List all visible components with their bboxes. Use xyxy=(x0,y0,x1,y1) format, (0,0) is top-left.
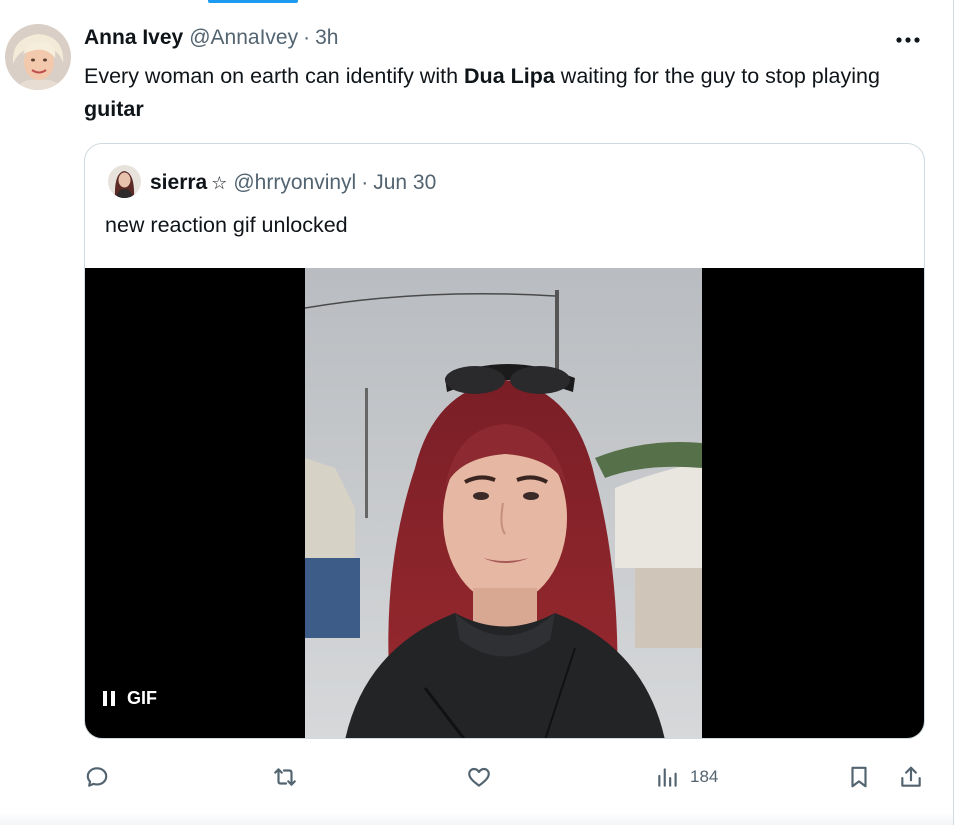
quoted-tweet-timestamp[interactable]: Jun 30 xyxy=(373,171,436,195)
views-count: 184 xyxy=(690,767,719,786)
reply-icon xyxy=(86,767,108,787)
quoted-author-name[interactable]: sierra xyxy=(150,171,207,195)
views-icon xyxy=(658,768,677,787)
bookmark-button[interactable] xyxy=(846,760,872,794)
column-divider xyxy=(953,0,954,825)
views-button[interactable]: 184 xyxy=(655,760,718,794)
separator-dot: · xyxy=(303,26,311,49)
tweet-actions-bar: 184 xyxy=(0,760,953,794)
tweet-text-bold-1: Dua Lipa xyxy=(464,64,555,88)
quoted-tweet[interactable]: sierra ☆ @hrryonvinyl · Jun 30 new react… xyxy=(84,143,925,739)
retweet-button[interactable] xyxy=(272,760,298,794)
quoted-author-handle[interactable]: @hrryonvinyl xyxy=(233,171,356,195)
gif-label: GIF xyxy=(127,688,157,708)
separator-dot: · xyxy=(361,171,369,194)
more-options-button[interactable] xyxy=(890,28,926,52)
tweet-text-bold-2: guitar xyxy=(84,97,144,121)
tweet-text-part-1: Every woman on earth can identify with xyxy=(84,64,465,88)
share-button[interactable] xyxy=(898,760,924,794)
tweet-text: Every woman on earth can identify with D… xyxy=(84,60,934,126)
author-avatar[interactable] xyxy=(5,24,71,90)
like-icon xyxy=(468,767,490,787)
quoted-tweet-text: new reaction gif unlocked xyxy=(105,213,348,237)
quoted-author-avatar[interactable] xyxy=(108,165,141,198)
like-button[interactable] xyxy=(466,760,492,794)
quoted-tweet-header: sierra ☆ @hrryonvinyl · Jun 30 xyxy=(150,171,436,195)
gif-media[interactable]: GIF xyxy=(85,268,924,738)
star-icon: ☆ xyxy=(211,173,228,193)
reply-button[interactable] xyxy=(84,760,110,794)
bookmark-icon xyxy=(851,766,867,788)
share-icon xyxy=(901,766,921,787)
pause-icon[interactable] xyxy=(103,691,115,706)
more-horizontal-icon xyxy=(896,37,920,43)
author-handle[interactable]: @AnnaIvey xyxy=(189,26,298,50)
tweet-text-part-2: waiting for the guy to stop playing xyxy=(554,64,880,88)
gif-frame xyxy=(305,268,702,738)
retweet-icon xyxy=(274,768,296,786)
tweet-timestamp[interactable]: 3h xyxy=(315,26,338,50)
active-tab-indicator xyxy=(208,0,298,3)
bottom-edge xyxy=(0,812,953,825)
tweet-header: Anna Ivey @AnnaIvey · 3h xyxy=(84,26,338,50)
gif-badge[interactable]: GIF xyxy=(103,688,157,709)
author-name[interactable]: Anna Ivey xyxy=(84,26,183,50)
